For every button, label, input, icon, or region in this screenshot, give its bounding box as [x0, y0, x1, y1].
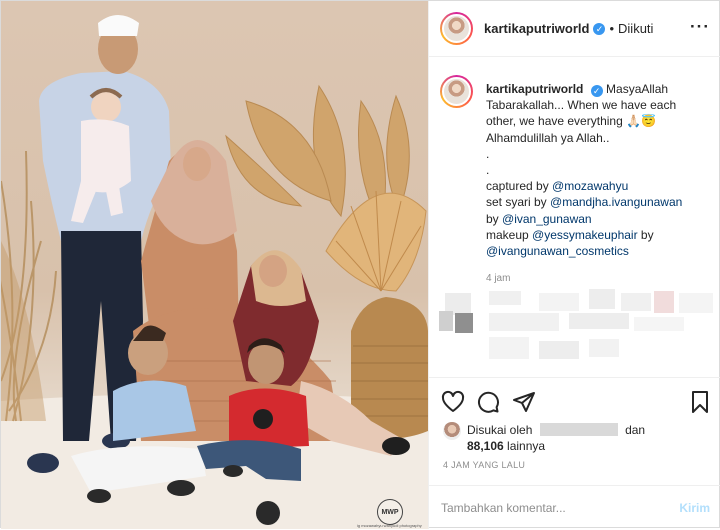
credit-prefix: by	[486, 211, 503, 226]
caption-line: .	[486, 163, 490, 178]
header-separator: •	[609, 21, 615, 36]
liked-by-label: Disukai oleh	[467, 423, 533, 437]
post-header: kartikaputriworld ✓ • Diikuti ···	[429, 1, 720, 57]
author-username[interactable]: kartikaputriworld	[484, 21, 589, 36]
mention-link[interactable]: @yessymakeuphair	[532, 228, 638, 242]
caption-line: Tabarakallah... When we have each	[486, 98, 677, 113]
post-photo[interactable]: MWP ig mozawahyu wahyudi photography	[1, 1, 428, 529]
send-comment-button[interactable]: Kirim	[679, 501, 710, 515]
likes-count[interactable]: 88,106	[467, 439, 504, 453]
caption-body: kartikaputriworld ✓ MasyaAllah Tabarakal…	[486, 81, 714, 287]
mention-link[interactable]: @ivan_gunawan	[502, 212, 592, 226]
credit-line: by @ivan_gunawan	[486, 211, 714, 227]
comment-input[interactable]	[441, 499, 661, 517]
caption-line: MasyaAllah	[606, 82, 669, 96]
credit-line: @ivangunawan_cosmetics	[486, 243, 714, 259]
caption-line: other, we have everything 🙏🏻😇	[486, 114, 656, 129]
bookmark-icon[interactable]	[688, 390, 712, 414]
credit-line: set syari by @mandjha.ivangunawan	[486, 194, 714, 210]
post-sidebar: kartikaputriworld ✓ • Diikuti ··· kartik…	[428, 1, 720, 529]
mention-link[interactable]: @mozawahyu	[552, 179, 628, 193]
mention-link[interactable]: @ivangunawan_cosmetics	[486, 244, 629, 258]
caption-author-avatar[interactable]	[440, 75, 473, 108]
instagram-post: MWP ig mozawahyu wahyudi photography kar…	[0, 0, 720, 529]
liked-by-suffix: dan	[625, 423, 646, 437]
comment-bar: Kirim	[429, 485, 720, 530]
author-avatar[interactable]	[440, 12, 473, 45]
caption-verified-badge-icon: ✓	[590, 85, 603, 97]
caption-line: .	[486, 146, 490, 161]
like-heart-icon[interactable]	[441, 390, 465, 414]
caption-username[interactable]: kartikaputriworld	[486, 82, 583, 96]
credit-prefix: captured by	[486, 179, 553, 194]
photographer-watermark: MWP	[377, 499, 403, 525]
post-actions: Disukai oleh dan 88,106 lainnya 4 JAM YA…	[429, 377, 720, 529]
share-icon[interactable]	[512, 390, 536, 414]
blurred-comments	[429, 287, 720, 377]
likes-count-suffix[interactable]: lainnya	[507, 439, 545, 453]
credit-prefix: set syari by	[486, 195, 551, 210]
credit-line: captured by @mozawahyu	[486, 178, 714, 194]
family-photo-illustration	[1, 15, 428, 529]
more-options-icon[interactable]: ···	[690, 17, 710, 37]
credit-suffix: by	[637, 227, 654, 242]
verified-badge-icon: ✓	[593, 22, 606, 35]
caption-time[interactable]: 4 jam	[486, 271, 714, 287]
watermark-caption: ig mozawahyu wahyudi photography	[357, 523, 422, 528]
liker-avatar[interactable]	[443, 422, 461, 440]
comment-icon[interactable]	[476, 390, 500, 414]
credit-line: makeup @yessymakeuphair by	[486, 227, 714, 243]
following-button[interactable]: Diikuti	[618, 21, 653, 36]
mention-link[interactable]: @mandjha.ivangunawan	[550, 195, 682, 209]
post-timestamp[interactable]: 4 JAM YANG LALU	[443, 460, 525, 470]
credit-prefix: makeup	[486, 227, 533, 242]
liker-name-redacted[interactable]	[539, 423, 618, 436]
caption-line: Alhamdulillah ya Allah..	[486, 130, 610, 145]
